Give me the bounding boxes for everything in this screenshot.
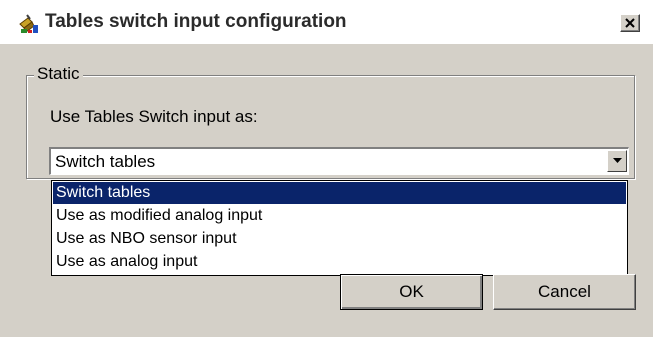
combobox-dropdown-list[interactable]: Switch tables Use as modified analog inp… [51, 180, 628, 276]
dropdown-option-switch-tables[interactable]: Switch tables [53, 182, 626, 204]
input-usage-combobox[interactable]: Switch tables [49, 147, 629, 175]
dropdown-option-analog[interactable]: Use as analog input [53, 251, 626, 273]
combobox-selected-value: Switch tables [55, 152, 156, 171]
group-legend: Static [34, 64, 83, 84]
dropdown-option-nbo-sensor[interactable]: Use as NBO sensor input [53, 228, 626, 250]
title-bar[interactable]: Tables switch input configuration [0, 0, 653, 44]
tables-app-icon [18, 12, 40, 34]
input-usage-label: Use Tables Switch input as: [50, 107, 258, 126]
dropdown-option-modified-analog[interactable]: Use as modified analog input [53, 205, 626, 227]
combobox-dropdown-button[interactable] [607, 150, 627, 172]
window-title: Tables switch input configuration [45, 11, 347, 32]
cancel-button[interactable]: Cancel [493, 274, 636, 310]
close-button[interactable] [620, 14, 640, 32]
dialog-window: Tables switch input configuration Static… [0, 0, 653, 337]
ok-button[interactable]: OK [340, 274, 483, 310]
